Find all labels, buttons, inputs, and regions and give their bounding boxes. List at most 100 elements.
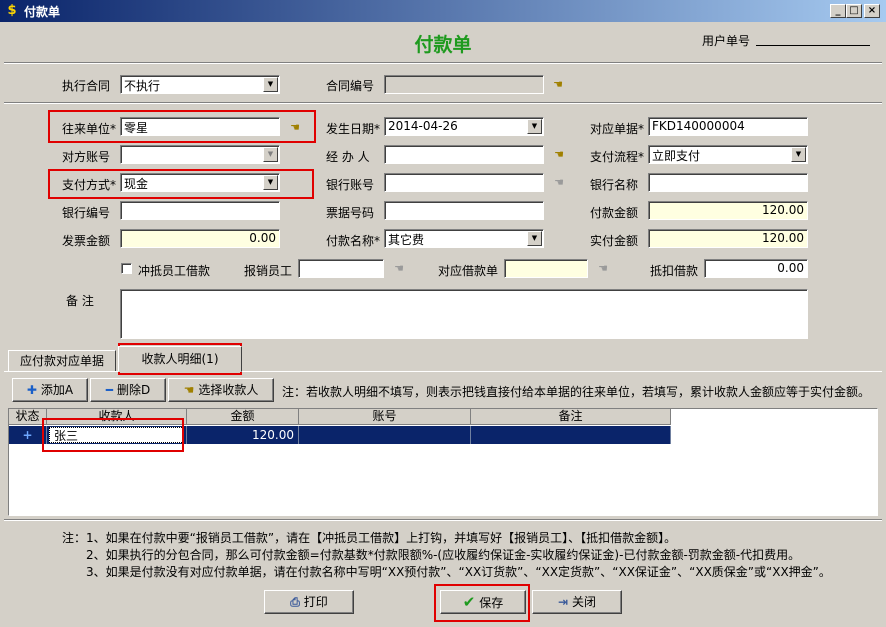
user-no-label: 用户单号 — [702, 34, 751, 48]
payamt-label: 付款金额 — [590, 206, 639, 220]
handler-field[interactable] — [384, 145, 544, 164]
exec-contract-select[interactable]: 不执行 ▼ — [120, 75, 280, 94]
remark-label: 备 注 — [66, 294, 94, 308]
divider — [4, 519, 882, 521]
row-status: + — [9, 426, 47, 444]
bankno-field[interactable] — [120, 201, 280, 220]
save-button[interactable]: ✔ 保存 — [440, 590, 526, 614]
row-remark — [471, 426, 671, 444]
exit-door-icon: ⇥ — [557, 595, 569, 609]
column-header-remark[interactable]: 备注 — [471, 409, 671, 425]
invoice-field[interactable]: 0.00 — [120, 229, 280, 248]
paymethod-select[interactable]: 现金 ▼ — [120, 173, 280, 192]
payamt-field[interactable]: 120.00 — [648, 201, 808, 220]
paymethod-value: 现金 — [124, 177, 149, 191]
chevron-down-icon[interactable]: ▼ — [263, 175, 278, 190]
window-title: 付款单 — [24, 5, 61, 19]
partner-field[interactable]: 零星 — [120, 117, 280, 136]
minimize-button[interactable]: _ — [830, 4, 846, 18]
exec-contract-label: 执行合同 — [62, 79, 111, 93]
loan-field[interactable] — [504, 259, 588, 278]
printer-icon: ⎙ — [290, 595, 300, 609]
doc-field[interactable]: FKD140000004 — [648, 117, 808, 136]
bankacct-field[interactable] — [384, 173, 544, 192]
app-icon: $ — [7, 3, 17, 18]
row-amount: 120.00 — [187, 426, 299, 444]
select-payee-button[interactable]: ☚ 选择收款人 — [168, 378, 274, 402]
flow-select[interactable]: 立即支付 ▼ — [648, 145, 808, 164]
window-titlebar: $ 付款单 _ □ × — [0, 0, 886, 22]
pick-partner-icon[interactable]: ☚ — [287, 121, 303, 135]
divider — [4, 102, 882, 104]
paymethod-label: 支付方式* — [62, 178, 117, 192]
column-header-amount[interactable]: 金额 — [187, 409, 299, 425]
column-header-payee[interactable]: 收款人 — [47, 409, 187, 425]
contract-no-label: 合同编号 — [326, 79, 375, 93]
row-payee-cell[interactable]: 张三 — [47, 426, 187, 444]
note-line-3: 3、如果是付款没有对应付款单据，请在付款名称中写明“XX预付款”、“XX订货款”… — [86, 565, 831, 579]
offset-loan-checkbox[interactable] — [121, 263, 132, 274]
deduct-label: 抵扣借款 — [650, 264, 699, 278]
notes-block: 注：1、如果在付款中要“报销员工借款”，请在【冲抵员工借款】上打钩，并填写好【报… — [62, 530, 831, 581]
pick-bankacct-icon[interactable]: ☚ — [551, 176, 567, 190]
close-button[interactable]: ⇥ 关闭 — [532, 590, 622, 614]
payee-grid[interactable]: 状态 收款人 金额 账号 备注 + 张三 120.00 — [8, 408, 878, 516]
pick-employee-icon[interactable]: ☚ — [391, 262, 407, 276]
pick-handler-icon[interactable]: ☚ — [551, 148, 567, 162]
invoice-label: 发票金额 — [62, 234, 111, 248]
tab-payee-detail[interactable]: 收款人明细(1) — [118, 346, 242, 372]
tab-payable-docs[interactable]: 应付款对应单据 — [8, 350, 116, 372]
bankname-field[interactable] — [648, 173, 808, 192]
plus-icon: ✚ — [26, 383, 37, 397]
pick-icon: ☚ — [183, 383, 195, 397]
form-title: 付款单 — [414, 34, 472, 56]
pick-contract-icon[interactable]: ☚ — [550, 78, 566, 92]
maximize-button[interactable]: □ — [846, 4, 862, 18]
user-no-field[interactable] — [756, 45, 870, 46]
column-header-account[interactable]: 账号 — [299, 409, 471, 425]
ticket-label: 票据号码 — [326, 206, 375, 220]
ticket-field[interactable] — [384, 201, 544, 220]
employee-field[interactable] — [298, 259, 384, 278]
bankno-label: 银行编号 — [62, 206, 111, 220]
account-label: 对方账号 — [62, 150, 111, 164]
handler-label: 经 办 人 — [326, 150, 370, 164]
actual-field[interactable]: 120.00 — [648, 229, 808, 248]
account-select[interactable]: ▼ — [120, 145, 280, 164]
date-label: 发生日期* — [326, 122, 381, 136]
note-line-1: 注：1、如果在付款中要“报销员工借款”，请在【冲抵员工借款】上打钩，并填写好【报… — [62, 531, 677, 545]
flow-label: 支付流程* — [590, 150, 645, 164]
remark-field[interactable] — [120, 289, 808, 339]
print-button[interactable]: ⎙ 打印 — [264, 590, 354, 614]
date-picker[interactable]: 2014-04-26 ▼ — [384, 117, 544, 136]
row-account — [299, 426, 471, 444]
payname-value: 其它费 — [388, 233, 425, 247]
bankname-label: 银行名称 — [590, 178, 639, 192]
chevron-down-icon[interactable]: ▼ — [527, 119, 542, 134]
payname-label: 付款名称* — [326, 234, 381, 248]
flow-value: 立即支付 — [652, 149, 701, 163]
loan-label: 对应借款单 — [438, 264, 499, 278]
add-payee-button[interactable]: ✚ 添加A — [12, 378, 88, 402]
deduct-field[interactable]: 0.00 — [704, 259, 808, 278]
payname-select[interactable]: 其它费 ▼ — [384, 229, 544, 248]
chevron-down-icon[interactable]: ▼ — [527, 231, 542, 246]
actual-label: 实付金额 — [590, 234, 639, 248]
close-window-button[interactable]: × — [864, 4, 880, 18]
pick-loan-icon[interactable]: ☚ — [595, 262, 611, 276]
table-row[interactable]: + 张三 120.00 — [9, 426, 671, 444]
checkmark-icon: ✔ — [462, 593, 476, 611]
chevron-down-icon[interactable]: ▼ — [263, 147, 278, 162]
toolbar-note: 注：若收款人明细不填写，则表示把钱直接付给本单据的往来单位，若填写，累计收款人金… — [282, 385, 871, 399]
chevron-down-icon[interactable]: ▼ — [791, 147, 806, 162]
bankacct-label: 银行账号 — [326, 178, 375, 192]
chevron-down-icon[interactable]: ▼ — [263, 77, 278, 92]
divider — [4, 62, 882, 64]
date-value: 2014-04-26 — [388, 119, 458, 133]
payee-edit-input[interactable]: 张三 — [49, 427, 184, 443]
doc-label: 对应单据* — [590, 122, 645, 136]
column-header-status[interactable]: 状态 — [9, 409, 47, 425]
delete-payee-button[interactable]: ━ 删除D — [90, 378, 166, 402]
exec-contract-value: 不执行 — [124, 79, 161, 93]
minus-icon: ━ — [105, 383, 113, 397]
